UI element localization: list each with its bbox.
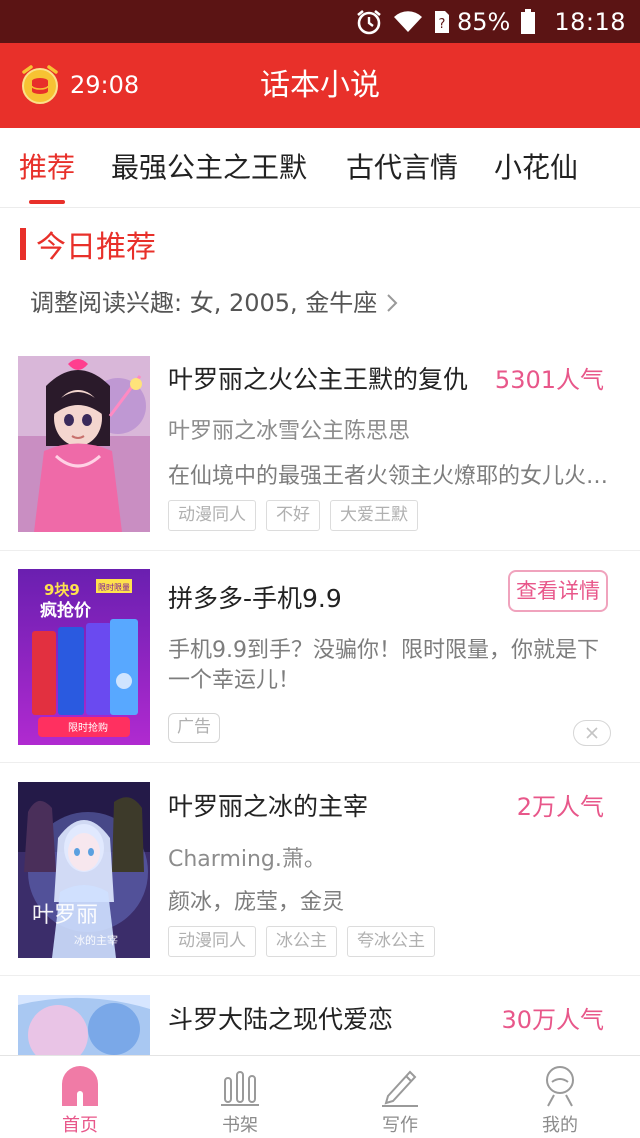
close-icon	[586, 727, 598, 739]
ad-image: 9块9 限时限量 疯抢价 限时抢购	[18, 569, 150, 745]
battery-percent: 85%	[456, 7, 511, 36]
ad-title[interactable]: 拼多多-手机9.9	[168, 579, 342, 615]
status-bar: ? 85% 18:18	[0, 0, 640, 43]
section-marker	[20, 228, 26, 260]
book-tags: 动漫同人 不好 大爱王默	[168, 500, 428, 531]
close-ad-button[interactable]	[573, 720, 611, 746]
bookshelf-icon	[221, 1071, 259, 1106]
view-details-button[interactable]: 查看详情	[508, 570, 608, 612]
book-author: Charming.萧。	[168, 847, 326, 872]
section-header: 今日推荐	[20, 224, 156, 265]
book-description: 颜冰，庞莹，金灵	[168, 890, 345, 915]
nav-label: 书架	[222, 1115, 258, 1136]
book-title[interactable]: 叶罗丽之火公主王默的复仇	[168, 360, 468, 396]
timer-value: 29:08	[70, 71, 140, 99]
book-card[interactable]: 斗罗大陆之现代爱恋 30万人气	[0, 976, 640, 1055]
book-tag[interactable]: 动漫同人	[168, 500, 256, 531]
book-tag[interactable]: 动漫同人	[168, 926, 256, 957]
active-tab-indicator	[29, 200, 65, 204]
battery-icon	[520, 8, 536, 35]
ad-badge: 广告	[168, 713, 220, 743]
alarm-coin-icon	[22, 65, 58, 104]
book-cover-fire-princess	[18, 356, 150, 532]
svg-text:叶罗丽: 叶罗丽	[32, 903, 98, 928]
nav-profile[interactable]: 我的	[480, 1056, 640, 1138]
app-header: 话本小说 29:08	[0, 43, 640, 128]
nav-home[interactable]: 首页	[0, 1056, 160, 1138]
nav-label: 我的	[542, 1115, 578, 1136]
wifi-icon	[393, 10, 423, 34]
book-card[interactable]: 叶罗丽 冰的主宰 叶罗丽之冰的主宰 2万人气 Charming.萧。 颜冰，庞莹…	[0, 763, 640, 976]
profile-icon	[546, 1066, 574, 1107]
ad-description: 手机9.9到手？没骗你！限时限量，你就是下一个幸运儿！	[168, 638, 599, 693]
book-title[interactable]: 叶罗丽之冰的主宰	[168, 787, 368, 823]
category-tabs: 推荐 最强公主之王默 古代言情 小花仙	[0, 128, 640, 208]
ad-image-flag: 限时限量	[98, 582, 130, 592]
book-tag[interactable]: 不好	[266, 500, 320, 531]
bottom-nav: 首页 书架 写作 我的	[0, 1055, 640, 1138]
popularity-count: 5301人气	[494, 366, 604, 394]
book-cover-ice-ruler: 叶罗丽 冰的主宰	[18, 782, 150, 958]
sim-unknown-icon: ?	[433, 9, 451, 35]
section-title: 今日推荐	[36, 230, 156, 265]
book-title[interactable]: 斗罗大陆之现代爱恋	[168, 1000, 393, 1036]
book-description: 在仙境中的最强王者火领主火燎耶的女儿火公主王默的复仇	[168, 464, 612, 489]
book-author: 叶罗丽之冰雪公主陈思思	[168, 419, 411, 444]
tab-recommend[interactable]: 推荐	[19, 128, 75, 208]
tab-ancient-romance[interactable]: 古代言情	[346, 128, 458, 208]
svg-text:?: ?	[439, 17, 446, 32]
ad-image-button: 限时抢购	[68, 721, 108, 734]
popularity-count: 2万人气	[516, 793, 604, 821]
chevron-right-icon	[387, 294, 398, 312]
alarm-status-icon	[355, 8, 383, 36]
tab-strongest-princess[interactable]: 最强公主之王默	[111, 128, 307, 208]
reading-timer[interactable]: 29:08	[18, 63, 139, 107]
nav-label: 首页	[62, 1115, 98, 1136]
book-cover-douluo	[18, 995, 150, 1055]
pen-icon	[382, 1070, 418, 1107]
book-tag[interactable]: 夸冰公主	[347, 926, 435, 957]
svg-text:冰的主宰: 冰的主宰	[74, 933, 118, 947]
nav-write[interactable]: 写作	[320, 1056, 480, 1138]
adjust-interest-link[interactable]: 调整阅读兴趣: 女, 2005, 金牛座	[30, 284, 399, 322]
book-tag[interactable]: 大爱王默	[330, 500, 418, 531]
nav-bookshelf[interactable]: 书架	[160, 1056, 320, 1138]
book-card[interactable]: 叶罗丽之火公主王默的复仇 5301人气 叶罗丽之冰雪公主陈思思 在仙境中的最强王…	[0, 340, 640, 551]
ad-image-price: 9块9	[44, 581, 80, 599]
popularity-count: 30万人气	[501, 1006, 604, 1034]
book-tags: 动漫同人 冰公主 夸冰公主	[168, 926, 445, 957]
interest-text: 调整阅读兴趣: 女, 2005, 金牛座	[30, 289, 378, 317]
home-icon	[62, 1066, 98, 1106]
book-tag[interactable]: 冰公主	[266, 926, 337, 957]
ad-image-headline: 疯抢价	[40, 600, 92, 621]
nav-label: 写作	[382, 1115, 418, 1136]
tab-little-flower-fairy[interactable]: 小花仙	[494, 128, 578, 208]
clock: 18:18	[554, 7, 626, 36]
